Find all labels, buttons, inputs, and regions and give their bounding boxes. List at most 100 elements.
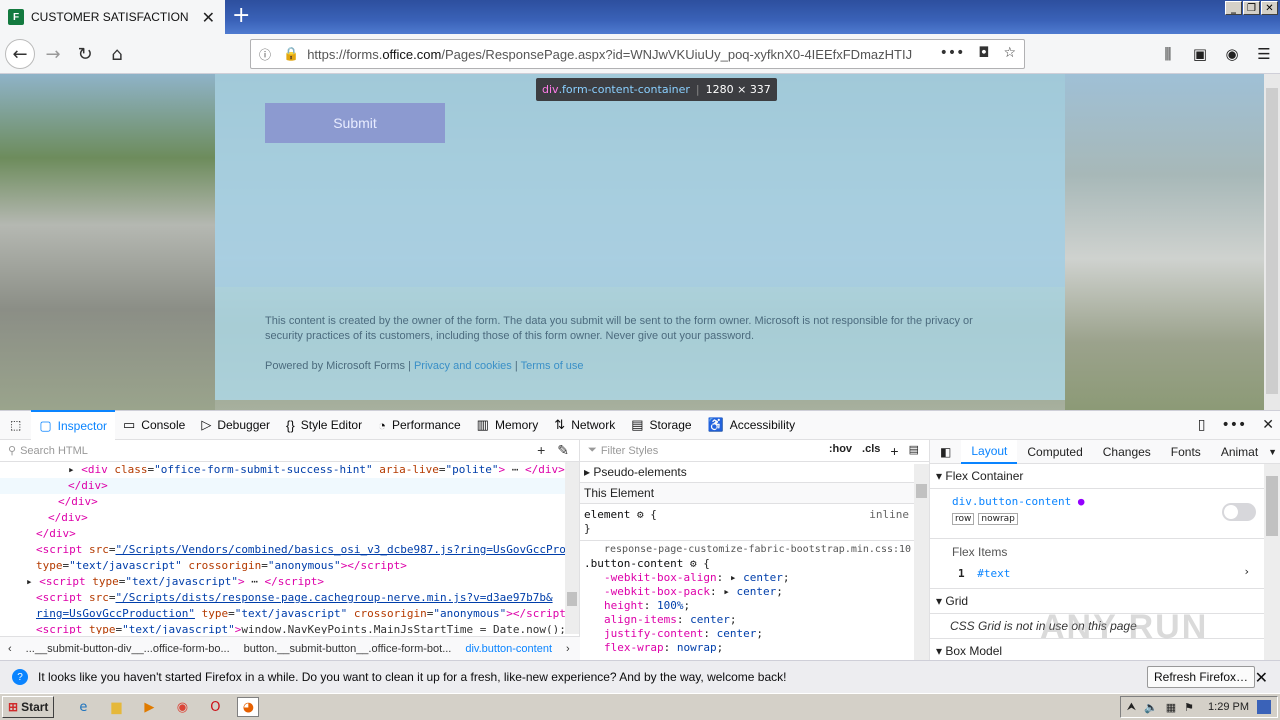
tab-changes[interactable]: Changes — [1093, 440, 1161, 464]
pick-element-icon[interactable]: ⬚ — [0, 410, 31, 440]
search-html-input[interactable]: Search HTML — [20, 445, 88, 457]
ie-icon[interactable]: e — [72, 697, 94, 717]
refresh-firefox-button[interactable]: Refresh Firefox… — [1147, 666, 1256, 688]
search-html[interactable]: ⚲ Search HTML + ✎ — [0, 440, 579, 462]
filter-styles[interactable]: ⏷ Filter Styles :hov .cls + ▤ — [580, 440, 929, 462]
eyedropper-icon[interactable]: ✎ — [557, 442, 569, 459]
flex-container-header[interactable]: ▾ Flex Container — [930, 464, 1280, 489]
url-text[interactable]: https://forms.office.com/Pages/ResponseP… — [307, 47, 912, 62]
chrome-icon[interactable]: ◉ — [171, 697, 193, 717]
new-tab-icon[interactable]: + — [232, 3, 250, 28]
dock-icon[interactable]: ▯ — [1198, 417, 1206, 433]
breadcrumb-item-current[interactable]: div.button-content — [465, 643, 552, 655]
element-rule[interactable]: element ⚙ {inline } — [580, 504, 929, 536]
sidebar-icon[interactable]: ▣ — [1184, 39, 1216, 69]
tab-layout[interactable]: Layout — [961, 439, 1018, 464]
tab-style-editor[interactable]: {} Style Editor — [278, 410, 370, 440]
tray-arrow-icon[interactable]: ⮝ — [1127, 701, 1136, 714]
close-devtools-icon[interactable]: ✕ — [1262, 417, 1274, 433]
button-content-rule[interactable]: response-page-customize-fabric-bootstrap… — [580, 540, 929, 657]
tab-storage[interactable]: ▤ Storage — [623, 410, 699, 440]
terms-link[interactable]: Terms of use — [521, 360, 584, 372]
tab-computed[interactable]: Computed — [1017, 440, 1092, 464]
css-property[interactable]: height — [604, 599, 644, 612]
tab-performance[interactable]: ◔ Performance — [370, 410, 469, 440]
close-notification-icon[interactable]: ✕ — [1255, 668, 1268, 688]
page-scrollbar[interactable] — [1264, 74, 1280, 410]
toggle-pane-icon[interactable]: ◧ — [930, 440, 961, 464]
home-icon[interactable]: ⌂ — [102, 39, 132, 69]
info-icon[interactable]: ⓘ — [259, 46, 279, 63]
rule-source-link[interactable]: response-page-customize-fabric-bootstrap… — [584, 543, 925, 557]
flex-element[interactable]: div.button-content — [952, 495, 1071, 508]
css-value[interactable]: center — [743, 571, 783, 584]
print-media-icon[interactable]: ▤ — [909, 443, 919, 459]
markup-scrollbar[interactable] — [565, 462, 579, 634]
filter-styles-input[interactable]: Filter Styles — [601, 445, 658, 457]
css-value[interactable]: center — [717, 627, 757, 640]
add-node-icon[interactable]: + — [537, 442, 545, 459]
cls-toggle[interactable]: .cls — [862, 443, 880, 459]
firefox-taskbar-icon[interactable]: ◕ — [237, 697, 260, 717]
page-actions-icon[interactable]: ••• — [940, 45, 965, 61]
volume-icon[interactable]: 🔈 — [1144, 701, 1158, 714]
tab-console[interactable]: ▭ Console — [115, 410, 193, 440]
account-icon[interactable]: ◉ — [1216, 39, 1248, 69]
hov-toggle[interactable]: :hov — [829, 443, 852, 459]
tab-network[interactable]: ⇅ Network — [546, 410, 623, 440]
tab-memory[interactable]: ▥ Memory — [469, 410, 547, 440]
layout-scrollbar[interactable] — [1264, 464, 1280, 660]
tab-animations[interactable]: Animat — [1211, 440, 1268, 464]
restore-icon[interactable]: ❐ — [1243, 1, 1260, 15]
pseudo-elements-header[interactable]: ▸ Pseudo-elements — [580, 462, 929, 483]
add-rule-icon[interactable]: + — [890, 443, 898, 459]
show-desktop-icon[interactable] — [1257, 700, 1271, 714]
bookmark-star-icon[interactable]: ☆ — [1003, 45, 1016, 61]
browser-tab[interactable]: F CUSTOMER SATISFACTION SURVEY ✕ — [0, 0, 225, 34]
back-icon[interactable]: ← — [5, 39, 35, 69]
breadcrumb-forward-icon[interactable]: › — [566, 643, 570, 655]
menu-icon[interactable]: ☰ — [1248, 39, 1280, 69]
library-icon[interactable]: ⫼ — [1152, 39, 1184, 69]
network-tray-icon[interactable]: ▦ — [1166, 701, 1176, 714]
tab-inspector[interactable]: ▢ Inspector — [31, 410, 115, 440]
tab-debugger[interactable]: ▷ Debugger — [193, 410, 278, 440]
start-button[interactable]: ⊞ Start — [2, 696, 55, 718]
css-value[interactable]: nowrap — [677, 641, 717, 654]
media-player-icon[interactable]: ▶ — [138, 697, 160, 717]
tab-accessibility[interactable]: ♿ Accessibility — [700, 410, 804, 440]
submit-button[interactable]: Submit — [265, 103, 445, 143]
css-value[interactable]: 100% — [657, 599, 684, 612]
breadcrumb-back-icon[interactable]: ‹ — [8, 643, 12, 655]
minimize-icon[interactable]: _ — [1225, 1, 1242, 15]
css-property[interactable]: -webkit-box-pack — [604, 585, 710, 598]
opera-icon[interactable]: O — [204, 697, 226, 717]
pocket-icon[interactable]: ◘ — [978, 45, 989, 61]
tab-fonts[interactable]: Fonts — [1161, 440, 1211, 464]
reload-icon[interactable]: ↻ — [70, 39, 100, 69]
lock-icon[interactable]: 🔒 — [283, 47, 299, 62]
css-property[interactable]: justify-content — [604, 627, 703, 640]
markup-view[interactable]: ▸ <div class="office-form-submit-success… — [0, 462, 565, 634]
breadcrumb-item[interactable]: button.__submit-button__.office-form-bot… — [244, 643, 452, 655]
flex-highlight-toggle[interactable] — [1222, 503, 1256, 521]
css-value[interactable]: center — [690, 613, 730, 626]
flag-icon[interactable]: ⚑ — [1184, 701, 1194, 714]
tabs-overflow-icon[interactable]: ▼ — [1268, 447, 1277, 457]
breadcrumb-item[interactable]: ...__submit-button-div__...office-form-b… — [26, 643, 230, 655]
rules-scrollbar[interactable] — [914, 464, 929, 660]
more-options-icon[interactable]: ••• — [1221, 417, 1246, 433]
forward-icon[interactable]: → — [38, 39, 68, 69]
css-property[interactable]: align-items — [604, 613, 677, 626]
explorer-folder-icon[interactable]: ▆ — [105, 697, 127, 717]
css-property[interactable]: flex-wrap — [604, 641, 664, 654]
flex-item-row[interactable]: 1 #text › — [930, 565, 1280, 589]
css-value[interactable]: center — [736, 585, 776, 598]
flex-color-swatch-icon[interactable]: ● — [1078, 495, 1085, 508]
privacy-link[interactable]: Privacy and cookies — [414, 360, 512, 372]
tab-label: Network — [571, 418, 616, 432]
url-bar[interactable]: ⓘ 🔒 https://forms.office.com/Pages/Respo… — [250, 39, 1025, 69]
close-window-icon[interactable]: ✕ — [1261, 1, 1278, 15]
close-tab-icon[interactable]: ✕ — [202, 8, 215, 27]
css-property[interactable]: -webkit-box-align — [604, 571, 717, 584]
